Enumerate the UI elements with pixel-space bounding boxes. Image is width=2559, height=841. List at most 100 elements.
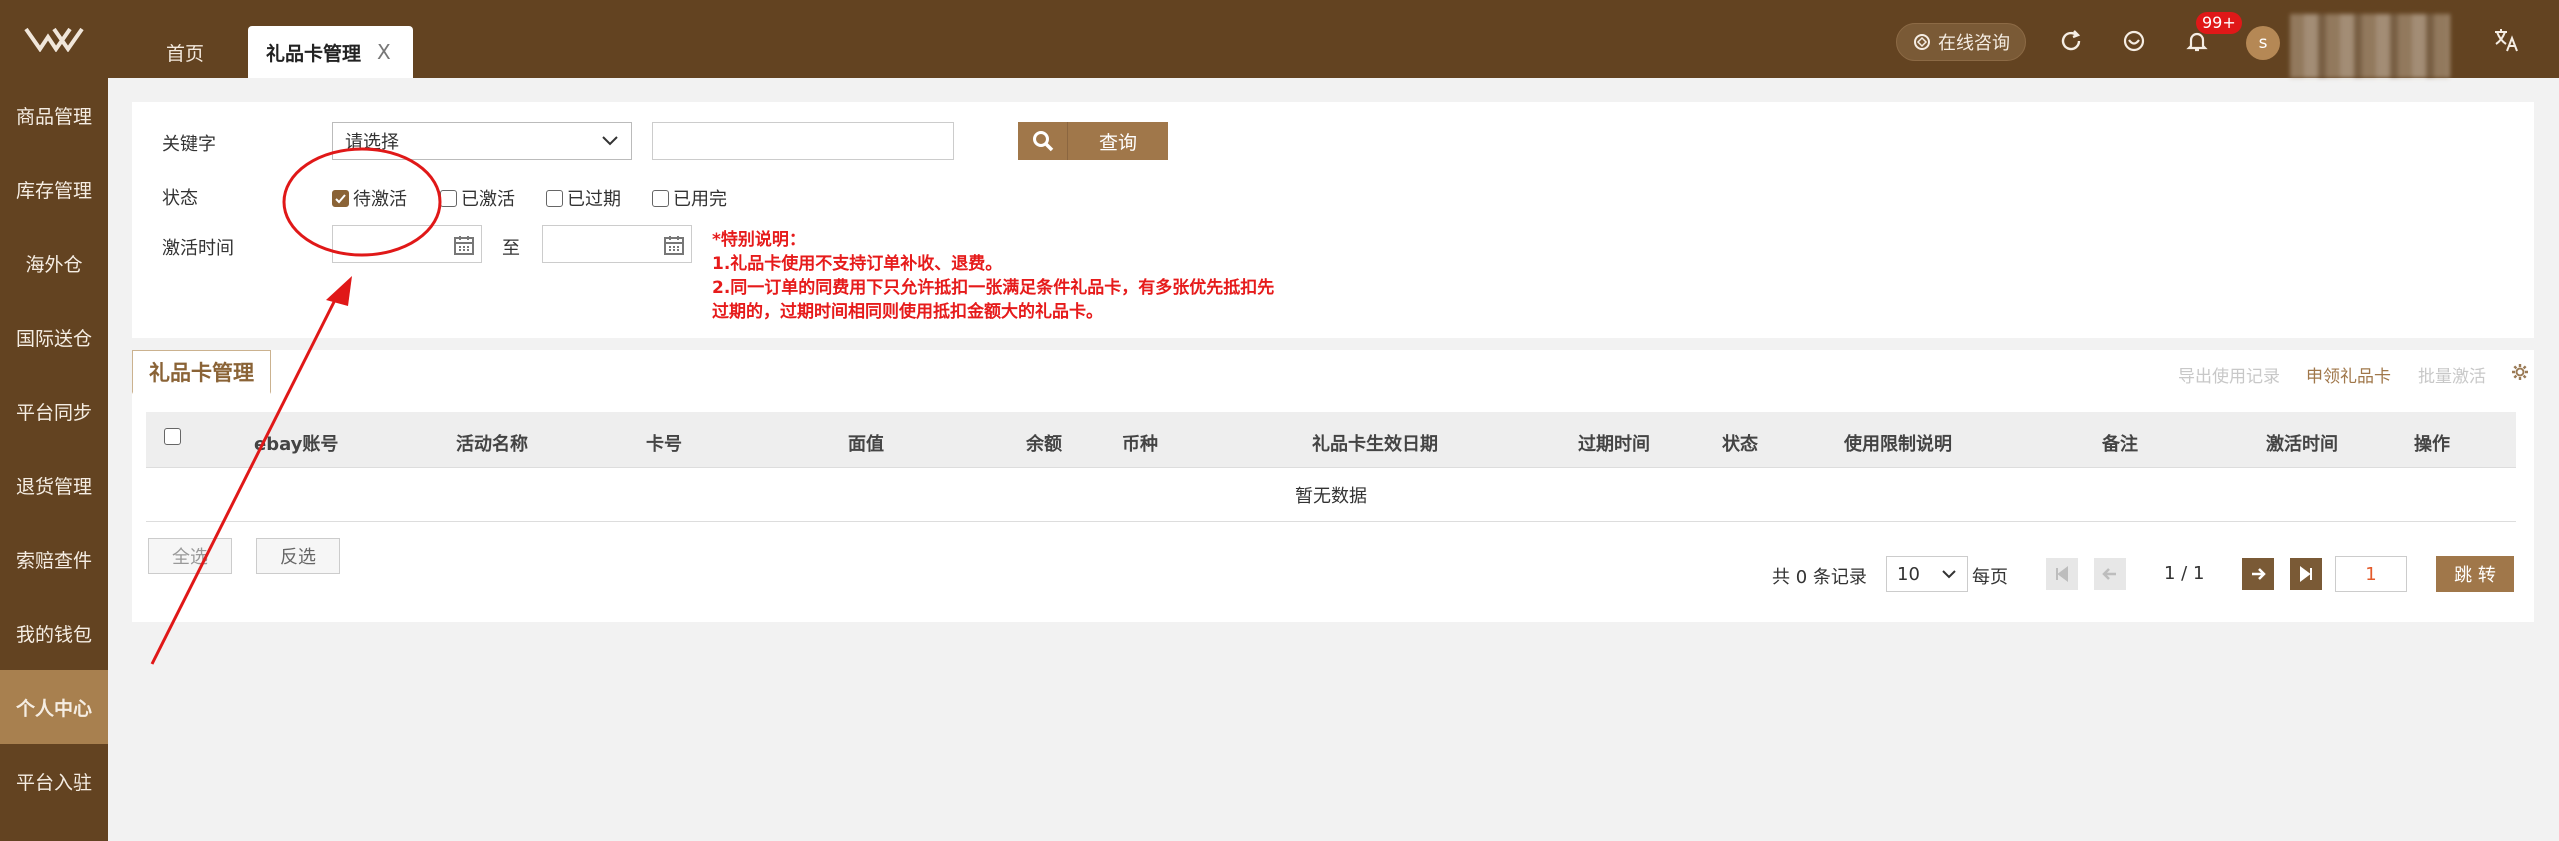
smile-icon[interactable]	[2120, 27, 2148, 55]
sidebar-item-label: 平台入驻	[15, 771, 92, 794]
page-jump-input[interactable]: 1	[2335, 556, 2407, 592]
activation-time-label: 激活时间	[162, 238, 234, 259]
tab-gift-card-management[interactable]: 礼品卡管理 X	[248, 26, 413, 78]
username-blurred[interactable]	[2290, 14, 2450, 78]
translate-icon[interactable]	[2492, 26, 2520, 54]
column-header: 面值	[848, 434, 884, 455]
page-size-value: 10	[1897, 563, 1920, 585]
column-header: 操作	[2414, 434, 2450, 455]
search-icon	[1018, 122, 1068, 160]
keyword-label: 关键字	[162, 134, 216, 155]
status-option-activated[interactable]: 已激活	[440, 185, 515, 211]
checkbox-checked[interactable]	[332, 189, 349, 207]
checkbox[interactable]	[546, 189, 563, 207]
keyword-input[interactable]	[652, 122, 954, 160]
column-header: 状态	[1722, 434, 1758, 455]
gear-icon[interactable]	[2510, 362, 2530, 382]
sidebar-item-label: 索赔查件	[15, 549, 92, 572]
notification-badge: 99+	[2196, 12, 2242, 34]
tab-gift-card-list[interactable]: 礼品卡管理	[132, 350, 271, 394]
column-header: 活动名称	[456, 434, 528, 455]
prev-page-button[interactable]	[2094, 558, 2126, 590]
first-page-icon	[2056, 566, 2068, 582]
status-option-label: 待激活	[353, 189, 407, 210]
end-date-input[interactable]	[542, 225, 692, 263]
sidebar-item-returns[interactable]: 退货管理	[0, 448, 108, 522]
chat-icon	[1914, 34, 1930, 50]
page-info: 1 / 1	[2164, 563, 2205, 584]
next-page-button[interactable]	[2242, 558, 2274, 590]
column-header: 余额	[1026, 434, 1062, 455]
sidebar-item-label: 商品管理	[15, 105, 92, 128]
empty-text: 暂无数据	[1295, 485, 1367, 507]
refresh-icon[interactable]	[2057, 27, 2085, 55]
sidebar-item-claims[interactable]: 索赔查件	[0, 522, 108, 596]
jump-button[interactable]: 跳 转	[2436, 556, 2514, 592]
apply-gift-card-link[interactable]: 申领礼品卡	[2306, 362, 2391, 387]
card-tab-label: 礼品卡管理	[149, 360, 254, 385]
sidebar-item-overseas-warehouse[interactable]: 海外仓	[0, 226, 108, 300]
sidebar-item-label: 库存管理	[15, 179, 92, 202]
status-option-expired[interactable]: 已过期	[546, 185, 621, 211]
note-line: *特别说明：	[712, 230, 806, 250]
sidebar-item-product[interactable]: 商品管理	[0, 78, 108, 152]
sidebar-item-label: 退货管理	[15, 475, 92, 498]
keyword-select-value: 请选择	[345, 132, 399, 153]
column-header: 激活时间	[2266, 434, 2338, 455]
column-header: 币种	[1122, 434, 1158, 455]
table-header: ebay账号 活动名称 卡号 面值 余额 币种 礼品卡生效日期 过期时间 状态 …	[146, 412, 2516, 468]
sidebar-item-international-shipping[interactable]: 国际送仓	[0, 300, 108, 374]
page-size-select[interactable]: 10	[1886, 556, 1968, 592]
column-header: ebay账号	[254, 434, 339, 455]
last-page-button[interactable]	[2290, 558, 2322, 590]
per-page-label: 每页	[1972, 567, 2008, 588]
avatar[interactable]: s	[2246, 26, 2280, 60]
arrow-right-icon	[2252, 568, 2266, 580]
online-consult-button[interactable]: 在线咨询	[1896, 23, 2026, 61]
sidebar-item-label: 海外仓	[25, 253, 83, 276]
checkbox[interactable]	[440, 189, 457, 207]
tab-label: 礼品卡管理	[266, 42, 362, 65]
chevron-down-icon	[1942, 570, 1956, 579]
empty-table-row: 暂无数据	[146, 468, 2516, 522]
calendar-icon	[664, 236, 684, 255]
arrow-left-icon	[2102, 568, 2116, 580]
sidebar-item-platform-join[interactable]: 平台入驻	[0, 744, 108, 818]
select-all-checkbox[interactable]	[164, 428, 181, 445]
last-page-icon	[2300, 566, 2312, 582]
status-option-label: 已用完	[673, 189, 727, 210]
checkbox[interactable]	[652, 189, 669, 207]
logo-icon	[24, 27, 84, 52]
status-option-used-up[interactable]: 已用完	[652, 185, 727, 211]
tab-label: 首页	[166, 42, 205, 65]
column-header: 使用限制说明	[1844, 434, 1952, 455]
close-icon[interactable]: X	[377, 40, 391, 64]
note-line: 1.礼品卡使用不支持订单补收、退费。	[712, 254, 1003, 274]
sidebar-item-label: 平台同步	[15, 401, 92, 424]
column-header: 卡号	[646, 434, 682, 455]
column-header: 备注	[2102, 434, 2138, 455]
query-button[interactable]: 查询	[1018, 122, 1168, 160]
keyword-select[interactable]: 请选择	[332, 122, 632, 160]
sidebar-item-label: 国际送仓	[15, 327, 92, 350]
batch-activate-link[interactable]: 批量激活	[2418, 362, 2486, 387]
start-date-input[interactable]	[332, 225, 482, 263]
sidebar-item-platform-sync[interactable]: 平台同步	[0, 374, 108, 448]
select-all-button[interactable]: 全选	[148, 538, 232, 574]
status-label: 状态	[162, 188, 198, 209]
chevron-down-icon	[602, 136, 618, 146]
note-line: 2.同一订单的同费用下只允许抵扣一张满足条件礼品卡，有多张优先抵扣先	[712, 278, 1275, 298]
query-label: 查询	[1098, 131, 1137, 154]
sidebar-item-personal-center[interactable]: 个人中心	[0, 670, 108, 744]
to-label: 至	[502, 238, 520, 259]
invert-selection-button[interactable]: 反选	[256, 538, 340, 574]
sidebar-item-wallet[interactable]: 我的钱包	[0, 596, 108, 670]
sidebar-item-inventory[interactable]: 库存管理	[0, 152, 108, 226]
logo[interactable]	[0, 0, 108, 78]
export-usage-link[interactable]: 导出使用记录	[2178, 362, 2280, 387]
first-page-button[interactable]	[2046, 558, 2078, 590]
tab-home[interactable]: 首页	[138, 26, 232, 78]
status-option-pending[interactable]: 待激活	[332, 185, 407, 211]
sidebar-item-label: 个人中心	[15, 697, 92, 720]
special-note: *特别说明： 1.礼品卡使用不支持订单补收、退费。 2.同一订单的同费用下只允许…	[712, 228, 1332, 324]
